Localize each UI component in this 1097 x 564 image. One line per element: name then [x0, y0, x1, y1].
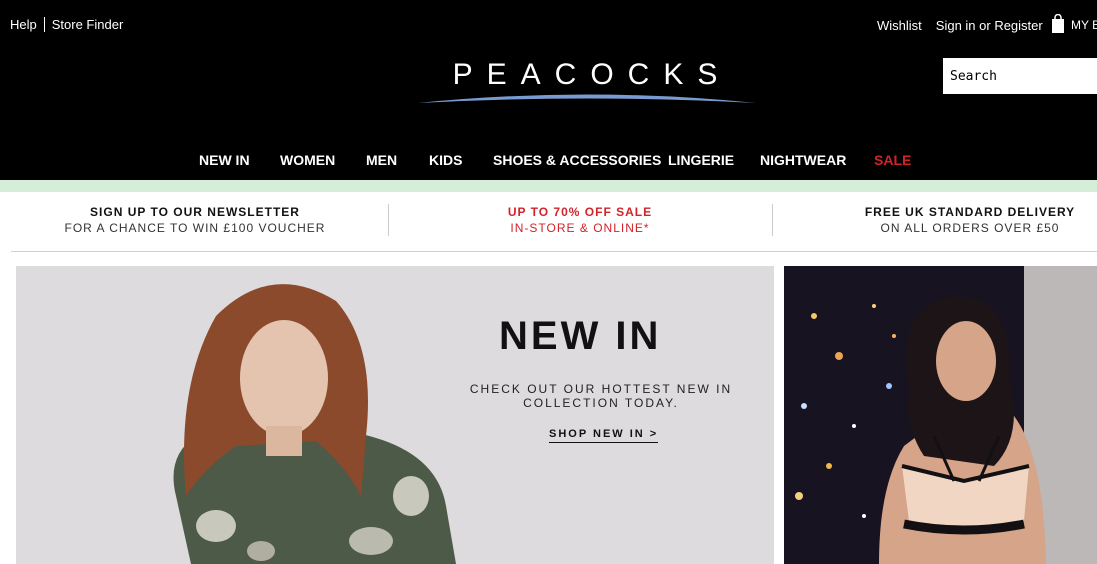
shop-new-in-link[interactable]: SHOP NEW IN >: [549, 428, 659, 443]
help-link[interactable]: Help: [10, 17, 37, 32]
nav-item-women[interactable]: WOMEN: [280, 152, 335, 168]
hero-banner-lingerie[interactable]: [784, 266, 1097, 564]
promo-divider: [772, 204, 773, 236]
hero-subtitle: CHECK OUT OUR HOTTEST NEW IN COLLECTION …: [466, 382, 736, 410]
hero-banner-new-in[interactable]: NEW IN CHECK OUT OUR HOTTEST NEW IN COLL…: [16, 266, 774, 564]
promo-sale[interactable]: UP TO 70% OFF SALE IN-STORE & ONLINE*: [420, 204, 740, 236]
promo-delivery[interactable]: FREE UK STANDARD DELIVERY ON ALL ORDERS …: [805, 204, 1097, 236]
promo-delivery-title: FREE UK STANDARD DELIVERY: [864, 205, 1076, 219]
search-input[interactable]: [943, 58, 1097, 94]
nav-item-nightwear[interactable]: NIGHTWEAR: [760, 152, 846, 168]
promo-divider: [388, 204, 389, 236]
utility-links-left: Help Store Finder: [10, 17, 123, 32]
nav-item-sale[interactable]: SALE: [874, 152, 911, 168]
main-nav: NEW IN WOMEN MEN KIDS SHOES & ACCESSORIE…: [0, 152, 1097, 174]
utility-links-right: Wishlist Sign in or Register: [877, 18, 1043, 33]
nav-item-lingerie[interactable]: LINGERIE: [668, 152, 734, 168]
nav-item-kids[interactable]: KIDS: [429, 152, 462, 168]
peacocks-logo[interactable]: PEACOCKS: [412, 58, 762, 108]
nav-item-new-in[interactable]: NEW IN: [199, 152, 250, 168]
nav-item-shoes-accessories[interactable]: SHOES & ACCESSORIES: [493, 152, 661, 168]
accent-stripe: [0, 180, 1097, 192]
sign-in-link[interactable]: Sign in or Register: [936, 18, 1043, 33]
hero-subtitle-line-2: COLLECTION TODAY.: [523, 396, 679, 410]
hero-subtitle-line-1: CHECK OUT OUR HOTTEST NEW IN: [469, 382, 733, 396]
nav-item-men[interactable]: MEN: [366, 152, 397, 168]
logo-swoosh: [418, 94, 756, 103]
divider: [43, 17, 45, 32]
site-header: Help Store Finder Wishlist Sign in or Re…: [0, 0, 1097, 180]
store-finder-link[interactable]: Store Finder: [52, 17, 124, 32]
lingerie-model-photo: [784, 266, 1097, 564]
promo-newsletter-subtitle: FOR A CHANCE TO WIN £100 VOUCHER: [64, 221, 326, 235]
promo-newsletter-title: SIGN UP TO OUR NEWSLETTER: [90, 205, 300, 219]
shopping-bag-icon[interactable]: [1051, 14, 1065, 33]
promo-newsletter[interactable]: SIGN UP TO OUR NEWSLETTER FOR A CHANCE T…: [40, 204, 350, 236]
my-bag-link[interactable]: MY B: [1071, 18, 1097, 32]
section-divider: [11, 251, 1097, 252]
wishlist-link[interactable]: Wishlist: [877, 18, 922, 33]
model-photo: [173, 284, 456, 564]
promo-delivery-subtitle: ON ALL ORDERS OVER £50: [880, 221, 1060, 235]
hero-title: NEW IN: [499, 314, 662, 358]
promo-bar: SIGN UP TO OUR NEWSLETTER FOR A CHANCE T…: [0, 196, 1097, 251]
promo-sale-subtitle: IN-STORE & ONLINE*: [510, 221, 650, 235]
promo-sale-title: UP TO 70% OFF SALE: [507, 205, 653, 219]
